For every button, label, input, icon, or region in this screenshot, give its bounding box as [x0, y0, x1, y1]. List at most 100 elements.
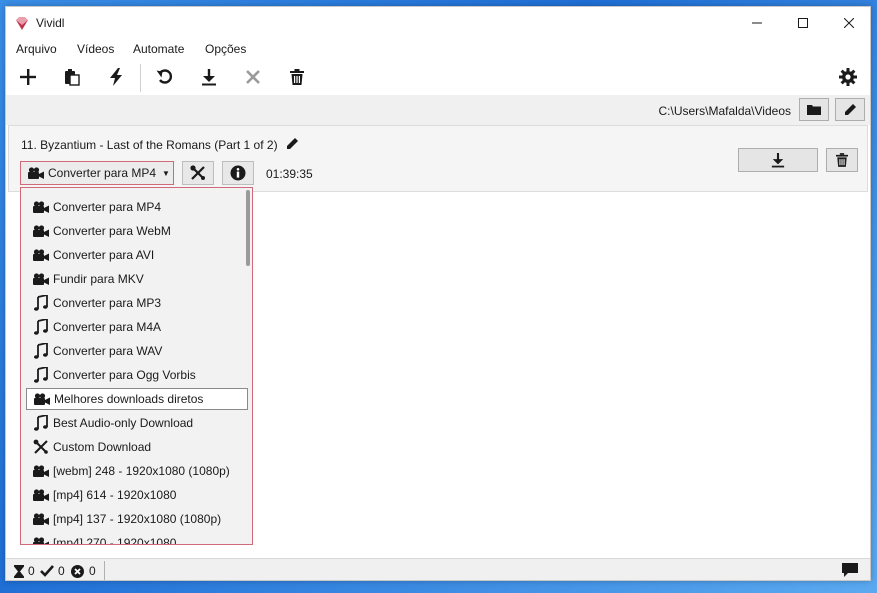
format-select[interactable]: Converter para MP4 ▼	[20, 161, 174, 185]
dropdown-option-label: Fundir para MKV	[53, 272, 144, 286]
output-path-row: C:\Users\Mafalda\Videos	[6, 95, 870, 125]
edit-title-button[interactable]	[286, 137, 299, 150]
music-note-icon	[33, 343, 49, 359]
title-bar: Vividl	[6, 7, 870, 39]
add-button[interactable]	[15, 65, 41, 89]
music-note-icon	[33, 319, 49, 335]
dropdown-option-label: Melhores downloads diretos	[54, 392, 204, 406]
dropdown-option-label: [mp4] 137 - 1920x1080 (1080p)	[53, 512, 222, 526]
paste-icon	[65, 69, 80, 86]
plus-icon	[20, 69, 36, 85]
refresh-button[interactable]	[152, 65, 178, 89]
tools-icon	[190, 165, 205, 180]
dropdown-option[interactable]: Best Audio-only Download	[26, 412, 248, 434]
settings-button[interactable]	[835, 65, 861, 89]
music-note-icon	[33, 367, 49, 383]
dropdown-option[interactable]: Converter para M4A	[26, 316, 248, 338]
chevron-down-icon: ▼	[162, 168, 170, 178]
video-camera-icon	[34, 391, 50, 407]
hourglass-icon	[12, 564, 26, 578]
dropdown-option[interactable]: [mp4] 137 - 1920x1080 (1080p)	[26, 508, 248, 530]
item-delete-button[interactable]	[826, 148, 858, 172]
dropdown-option-label: Converter para MP4	[53, 200, 162, 214]
quick-download-button[interactable]	[103, 65, 129, 89]
menu-bar: Arquivo Vídeos Automate Opções	[6, 39, 870, 59]
cancel-icon	[246, 70, 260, 84]
dropdown-option[interactable]: Converter para WAV	[26, 340, 248, 362]
format-select-value: Converter para MP4	[48, 166, 157, 180]
menu-videos[interactable]: Vídeos	[77, 42, 114, 56]
dropdown-option-label: Converter para MP3	[53, 296, 162, 310]
toolbar-separator	[140, 64, 141, 92]
dropdown-option-label: Best Audio-only Download	[53, 416, 194, 430]
output-path-text: C:\Users\Mafalda\Videos	[658, 104, 791, 118]
download-icon	[771, 153, 785, 168]
dropdown-option[interactable]: [mp4] 270 - 1920x1080	[26, 532, 248, 545]
custom-options-button[interactable]	[182, 161, 214, 185]
failed-count: 0	[89, 564, 96, 578]
queued-count: 0	[28, 564, 35, 578]
trash-icon	[290, 69, 304, 85]
maximize-button[interactable]	[780, 7, 826, 39]
download-list: 11. Byzantium - Last of the Romans (Part…	[6, 125, 870, 558]
app-window: Vividl Arquivo Vídeos Automate Opções C:…	[5, 6, 871, 581]
toolbar	[6, 59, 870, 95]
cancel-button[interactable]	[240, 65, 266, 89]
minimize-button[interactable]	[734, 7, 780, 39]
dropdown-option-label: Converter para WAV	[53, 344, 163, 358]
item-title: 11. Byzantium - Last of the Romans (Part…	[21, 138, 278, 152]
dropdown-option-label: Converter para Ogg Vorbis	[53, 368, 196, 382]
status-bar: 0 0 0	[6, 558, 870, 580]
dropdown-option-label: Converter para AVI	[53, 248, 155, 262]
dropdown-option[interactable]: Melhores downloads diretos	[26, 388, 248, 410]
close-button[interactable]	[826, 7, 870, 39]
format-dropdown-list: Converter para MP4 Converter para WebM Con…	[20, 187, 253, 545]
bolt-icon	[110, 68, 122, 86]
dropdown-option[interactable]: Converter para WebM	[26, 220, 248, 242]
video-camera-icon	[33, 199, 49, 215]
dropdown-option-label: [mp4] 270 - 1920x1080	[53, 536, 177, 545]
dropdown-option[interactable]: [webm] 248 - 1920x1080 (1080p)	[26, 460, 248, 482]
info-icon	[230, 165, 246, 181]
app-logo-icon	[14, 15, 30, 31]
message-log-icon[interactable]	[842, 563, 858, 577]
clear-button[interactable]	[284, 65, 310, 89]
menu-opcoes[interactable]: Opções	[205, 42, 246, 56]
pencil-icon	[287, 138, 298, 149]
error-circle-icon	[70, 564, 84, 578]
dropdown-option[interactable]: Fundir para MKV	[26, 268, 248, 290]
dropdown-option-label: [mp4] 614 - 1920x1080	[53, 488, 177, 502]
tools-icon	[33, 439, 49, 455]
trash-icon	[836, 153, 848, 167]
edit-path-button[interactable]	[835, 98, 865, 121]
item-download-button[interactable]	[738, 148, 818, 172]
refresh-icon	[156, 69, 172, 84]
video-camera-icon	[33, 535, 49, 544]
dropdown-option[interactable]: [mp4] 614 - 1920x1080	[26, 484, 248, 506]
dropdown-option-label: [webm] 248 - 1920x1080 (1080p)	[53, 464, 230, 478]
pencil-icon	[844, 104, 856, 115]
menu-automate[interactable]: Automate	[133, 42, 184, 56]
dropdown-option[interactable]: Converter para AVI	[26, 244, 248, 266]
folder-icon	[807, 105, 821, 115]
dropdown-option-label: Converter para WebM	[53, 224, 171, 238]
video-camera-icon	[33, 271, 49, 287]
menu-arquivo[interactable]: Arquivo	[16, 42, 57, 56]
dropdown-option-label: Converter para M4A	[53, 320, 162, 334]
item-duration: 01:39:35	[266, 167, 313, 181]
video-camera-icon	[33, 511, 49, 527]
open-folder-button[interactable]	[799, 98, 829, 121]
music-note-icon	[33, 415, 49, 431]
done-count: 0	[58, 564, 65, 578]
dropdown-option[interactable]: Custom Download	[26, 436, 248, 458]
music-note-icon	[33, 295, 49, 311]
video-camera-icon	[28, 166, 44, 179]
download-all-button[interactable]	[196, 65, 222, 89]
download-item: 11. Byzantium - Last of the Romans (Part…	[8, 125, 868, 192]
dropdown-option[interactable]: Converter para MP4	[26, 196, 248, 218]
dropdown-option[interactable]: Converter para MP3	[26, 292, 248, 314]
paste-button[interactable]	[59, 65, 85, 89]
info-button[interactable]	[222, 161, 254, 185]
dropdown-option[interactable]: Converter para Ogg Vorbis	[26, 364, 248, 386]
dropdown-option-label: Custom Download	[53, 440, 152, 454]
